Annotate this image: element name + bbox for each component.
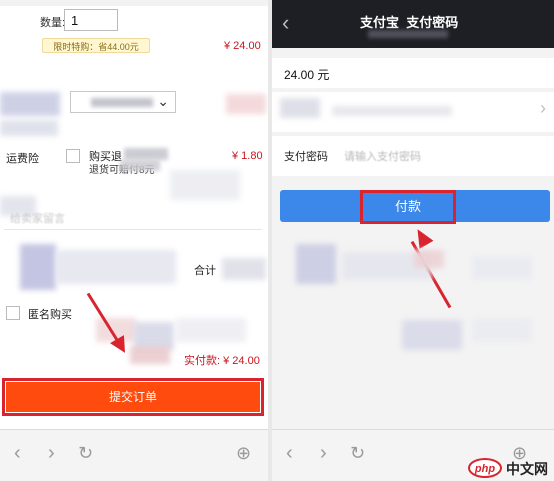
quantity-input[interactable]: 1: [64, 9, 118, 31]
actual-payment: 实付款: ¥ 24.00: [184, 355, 260, 367]
memo-placeholder: 给卖家留言: [10, 213, 65, 225]
php-logo: php: [468, 458, 502, 478]
order-screen: 数量: 1 限时特购：省44.00元 ¥ 24.00 ⌄ 运费险 购买退 退货可…: [0, 0, 268, 481]
blurred-patch: [20, 244, 56, 290]
memo-input[interactable]: 给卖家留言: [4, 206, 262, 230]
amount-text: 24.00 元: [284, 68, 330, 82]
blurred-patch: [0, 92, 60, 116]
blurred-patch: [222, 258, 266, 280]
php-site-text: 中文网: [506, 461, 548, 477]
forward-icon[interactable]: ›: [320, 440, 327, 466]
blurred-patch: [130, 346, 170, 364]
blurred-patch: [226, 94, 266, 114]
blurred-patch: [472, 318, 532, 342]
item-price: ¥ 24.00: [224, 40, 261, 52]
quantity-label: 数量:: [40, 17, 66, 29]
refresh-icon[interactable]: ↻: [350, 440, 365, 466]
shipping-insurance-label: 运费险: [6, 153, 39, 165]
payment-method-row[interactable]: ›: [272, 92, 554, 132]
quantity-value: 1: [71, 13, 79, 28]
back-icon[interactable]: ‹: [286, 440, 293, 466]
status-bar: [0, 0, 268, 6]
blurred-patch: [368, 30, 448, 38]
password-label: 支付密码: [284, 151, 328, 163]
password-row: 支付密码 请输入支付密码: [272, 136, 554, 176]
blurred-patch: [472, 256, 532, 280]
blurred-patch: [402, 320, 462, 350]
delivery-select-text: [91, 98, 153, 107]
submit-order-button[interactable]: 提交订单: [6, 382, 260, 412]
forward-icon[interactable]: ›: [48, 440, 55, 466]
alipay-header: ‹ 支付宝 支付密码: [272, 0, 554, 48]
back-icon[interactable]: ‹: [282, 10, 289, 36]
blurred-patch: [170, 170, 240, 200]
delivery-select[interactable]: ⌄: [70, 91, 176, 113]
promo-badge-text: 限时特购：省44.00元: [53, 42, 139, 52]
blurred-patch: [296, 244, 336, 284]
php-logo-text: php: [474, 463, 496, 475]
pay-button-highlight: 付款: [360, 190, 456, 224]
chevron-down-icon: ⌄: [157, 93, 169, 109]
shipping-insurance-checkbox[interactable]: [66, 149, 80, 163]
blurred-patch: [0, 120, 58, 136]
browser-nav-bar: ‹ › ↻ ⊕: [0, 429, 268, 481]
alipay-screen: ‹ 支付宝 支付密码 24.00 元 › 支付密码 请输入支付密码 付款 ‹ ›…: [272, 0, 554, 481]
blurred-patch: [120, 160, 160, 171]
blurred-patch: [176, 318, 246, 342]
anonymous-checkbox[interactable]: [6, 306, 20, 320]
anonymous-label: 匿名购买: [28, 309, 72, 321]
amount-row: 24.00 元: [272, 58, 554, 88]
total-label: 合计: [194, 265, 216, 277]
chevron-right-icon: ›: [540, 98, 546, 118]
back-icon[interactable]: ‹: [14, 440, 21, 466]
password-input[interactable]: 请输入支付密码: [340, 144, 540, 166]
blurred-patch: [280, 98, 320, 118]
blurred-patch: [332, 106, 452, 116]
header-title: 支付宝 支付密码: [360, 15, 459, 30]
shipping-insurance-price: ¥ 1.80: [232, 150, 263, 162]
pay-button-label: 付款: [394, 199, 421, 214]
submit-order-label: 提交订单: [108, 390, 157, 404]
password-placeholder: 请输入支付密码: [344, 151, 421, 163]
add-icon[interactable]: ⊕: [236, 440, 251, 466]
blurred-patch: [414, 250, 444, 268]
promo-badge: 限时特购：省44.00元: [42, 38, 150, 53]
blurred-patch: [56, 250, 176, 284]
refresh-icon[interactable]: ↻: [78, 440, 93, 466]
blurred-patch: [124, 148, 168, 160]
